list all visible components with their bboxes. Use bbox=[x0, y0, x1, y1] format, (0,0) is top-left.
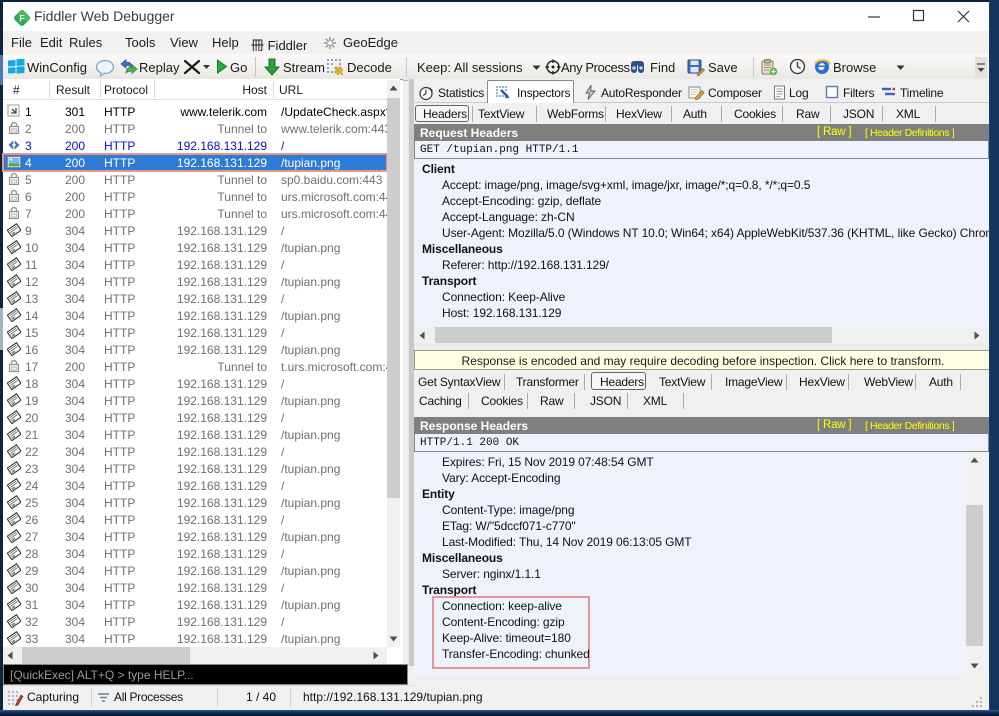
svg-text:F: F bbox=[19, 14, 25, 24]
